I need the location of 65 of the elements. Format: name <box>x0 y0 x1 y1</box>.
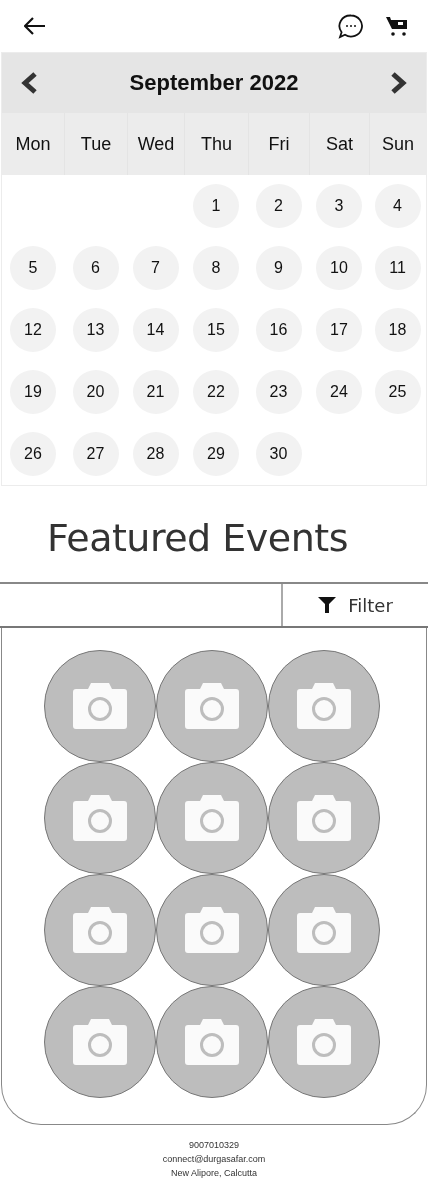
footer-text: connect@durgasafar.com <box>162 1153 266 1165</box>
calendar-day[interactable]: 19 <box>10 370 56 414</box>
camera-icon <box>297 795 351 841</box>
calendar-day[interactable]: 1 <box>193 184 239 228</box>
calendar-day[interactable]: 29 <box>193 432 239 476</box>
calendar-day[interactable]: 4 <box>374 184 421 228</box>
calendar-day[interactable]: 3 <box>316 184 362 228</box>
weekday-label: Tue <box>64 113 127 175</box>
camera-icon <box>73 683 127 729</box>
chat-button[interactable] <box>338 13 364 39</box>
camera-icon <box>297 1019 351 1065</box>
month-title: September 2022 <box>129 70 299 96</box>
camera-icon <box>185 1019 239 1065</box>
chat-bubble-icon <box>338 13 364 39</box>
chevron-left-icon <box>20 71 38 95</box>
calendar-day[interactable]: 22 <box>193 370 239 414</box>
camera-icon <box>73 1019 127 1065</box>
cart-icon <box>386 15 408 37</box>
camera-icon <box>185 795 239 841</box>
calendar-day[interactable]: 10 <box>316 246 362 290</box>
section-title: Featured Events <box>47 516 349 562</box>
camera-icon <box>297 683 351 729</box>
calendar-day[interactable]: 26 <box>10 432 56 476</box>
calendar-day[interactable]: 9 <box>255 246 302 290</box>
next-month-button[interactable] <box>390 71 408 95</box>
calendar-day[interactable]: 25 <box>374 370 421 414</box>
calendar-day[interactable]: 21 <box>132 370 179 414</box>
footer-text: New Alipore, Calcutta <box>170 1167 257 1179</box>
previous-month-button[interactable] <box>20 71 38 95</box>
calendar-day[interactable]: 23 <box>255 370 302 414</box>
camera-icon <box>73 795 127 841</box>
weekday-label: Thu <box>184 113 248 175</box>
calendar-day[interactable]: 11 <box>374 246 421 290</box>
calendar-day[interactable]: 17 <box>316 308 362 352</box>
camera-icon <box>297 907 351 953</box>
camera-icon <box>185 907 239 953</box>
calendar-day[interactable]: 8 <box>193 246 239 290</box>
weekday-label: Sat <box>309 113 369 175</box>
calendar-day[interactable]: 2 <box>255 184 302 228</box>
calendar-day[interactable]: 6 <box>72 246 119 290</box>
weekday-label: Wed <box>127 113 184 175</box>
weekday-label: Sun <box>369 113 426 175</box>
calendar-day[interactable]: 30 <box>255 432 302 476</box>
calendar-day[interactable]: 12 <box>10 308 56 352</box>
calendar-day[interactable]: 14 <box>132 308 179 352</box>
calendar-day[interactable]: 20 <box>72 370 119 414</box>
cart-button[interactable] <box>386 15 408 37</box>
calendar-day[interactable]: 15 <box>193 308 239 352</box>
calendar-day[interactable]: 24 <box>316 370 362 414</box>
calendar-day[interactable]: 5 <box>10 246 56 290</box>
funnel-icon <box>318 596 337 614</box>
weekday-label: Mon <box>14 132 52 156</box>
back-arrow-icon <box>24 17 46 35</box>
calendar-day[interactable]: 27 <box>72 432 119 476</box>
calendar-day[interactable]: 16 <box>255 308 302 352</box>
back-button[interactable] <box>24 17 46 35</box>
calendar-day[interactable]: 28 <box>132 432 179 476</box>
camera-icon <box>73 907 127 953</box>
calendar-day[interactable]: 7 <box>132 246 179 290</box>
camera-icon <box>185 683 239 729</box>
calendar-day[interactable]: 18 <box>374 308 421 352</box>
chevron-right-icon <box>390 71 408 95</box>
footer-text: 9007010329 <box>188 1139 240 1151</box>
weekday-label: Fri <box>248 113 309 175</box>
calendar-day[interactable]: 13 <box>72 308 119 352</box>
